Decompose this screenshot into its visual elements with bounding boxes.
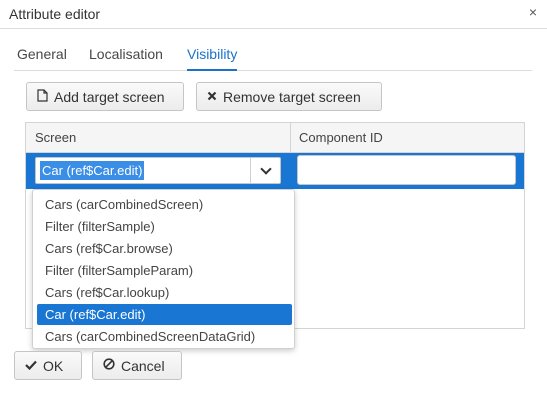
cancel-button[interactable]: Cancel [92, 351, 182, 380]
tab-visibility[interactable]: Visibility [187, 46, 238, 71]
screen-combobox-value[interactable]: Car (ref$Car.edit) [40, 161, 145, 180]
column-divider [290, 123, 291, 153]
ban-icon [103, 358, 115, 373]
add-target-screen-button[interactable]: Add target screen [26, 82, 184, 111]
column-header-screen[interactable]: Screen [35, 130, 76, 145]
column-header-component-id[interactable]: Component ID [299, 130, 383, 145]
dialog-titlebar: Attribute editor × [0, 0, 547, 29]
ok-label: OK [43, 357, 64, 374]
dropdown-option[interactable]: Filter (filterSampleParam) [37, 260, 292, 281]
screen-dropdown-list: Cars (carCombinedScreen) Filter (filterS… [32, 189, 295, 349]
chevron-down-icon [259, 162, 272, 175]
dropdown-option-selected[interactable]: Car (ref$Car.edit) [37, 304, 292, 325]
remove-target-screen-label: Remove target screen [223, 88, 361, 105]
tab-localisation[interactable]: Localisation [89, 46, 163, 71]
tab-bar: General Localisation Visibility [14, 44, 532, 71]
dropdown-option[interactable]: Cars (ref$Car.lookup) [37, 282, 292, 303]
dropdown-option[interactable]: Cars (carCombinedScreenDataGrid) [37, 326, 292, 347]
cancel-label: Cancel [121, 357, 165, 374]
component-id-field[interactable] [297, 155, 516, 185]
document-icon [37, 88, 48, 105]
check-icon [25, 359, 37, 373]
table-header: Screen Component ID [26, 123, 524, 153]
dialog-title: Attribute editor [9, 6, 101, 22]
screen-combobox[interactable]: Car (ref$Car.edit) [35, 157, 281, 184]
tab-general[interactable]: General [17, 46, 67, 71]
remove-target-screen-button[interactable]: Remove target screen [196, 82, 382, 111]
dropdown-option[interactable]: Filter (filterSample) [37, 216, 292, 237]
ok-button[interactable]: OK [14, 351, 82, 380]
add-target-screen-label: Add target screen [54, 88, 165, 105]
dropdown-option[interactable]: Cars (ref$Car.browse) [37, 238, 292, 259]
dropdown-option[interactable]: Cars (carCombinedScreen) [37, 194, 292, 215]
close-icon[interactable]: × [529, 4, 537, 20]
x-icon [207, 90, 217, 104]
combobox-toggle-button[interactable] [250, 158, 280, 183]
